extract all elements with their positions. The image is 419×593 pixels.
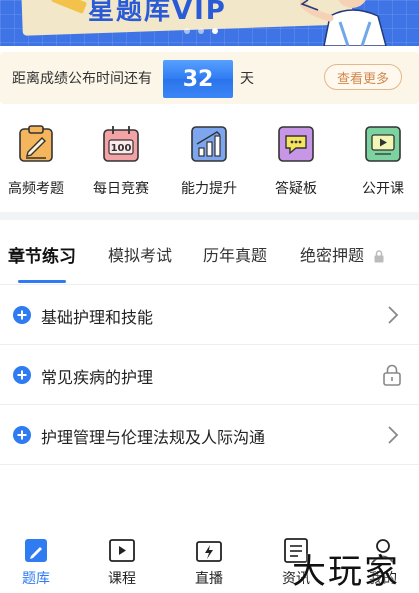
- carousel-dot[interactable]: [198, 28, 204, 34]
- calendar-100-icon: 100: [103, 126, 139, 162]
- plus-circle-icon[interactable]: [12, 365, 32, 385]
- quick-item-open-class[interactable]: 公开课: [343, 124, 419, 198]
- tab-secret-questions[interactable]: 绝密押题: [300, 242, 385, 266]
- quick-item-ability-up[interactable]: 能力提升: [169, 124, 249, 198]
- nav-label: 课程: [108, 571, 136, 587]
- countdown-label: 距离成绩公布时间还有: [12, 71, 152, 87]
- chapter-title: 护理管理与伦理法规及人际沟通: [41, 428, 266, 447]
- nav-item-question-bank[interactable]: 题库: [6, 538, 66, 588]
- nav-label: 直播: [195, 571, 223, 587]
- quick-menu: 高频考题 100 每日竞赛 能力提升 答疑板 公开课: [0, 124, 419, 208]
- quick-item-high-frequency[interactable]: 高频考题: [0, 124, 76, 198]
- view-more-button[interactable]: 查看更多: [324, 64, 402, 90]
- promo-banner[interactable]: 星题库VIP: [0, 0, 419, 46]
- row-divider: [0, 464, 419, 465]
- tab-chapter-practice[interactable]: 章节练习: [8, 242, 76, 267]
- quick-item-label: 答疑板: [275, 181, 317, 197]
- carousel-dot[interactable]: [184, 28, 190, 34]
- chapter-row[interactable]: 护理管理与伦理法规及人际沟通: [0, 405, 419, 465]
- quick-item-label: 公开课: [362, 181, 404, 197]
- video-play-icon: [365, 126, 401, 162]
- active-tab-indicator: [18, 280, 66, 283]
- quick-item-label: 能力提升: [181, 181, 237, 197]
- section-divider: [0, 212, 419, 220]
- bar-chart-up-icon: [191, 126, 227, 162]
- lock-icon: [383, 364, 401, 386]
- countdown-days: 32: [163, 60, 233, 98]
- quick-item-label: 每日竞赛: [93, 181, 149, 197]
- nav-item-live[interactable]: 直播: [179, 538, 239, 588]
- countdown-unit: 天: [240, 71, 254, 87]
- score-countdown: 距离成绩公布时间还有 32 天 查看更多: [0, 52, 419, 104]
- lock-icon: [374, 250, 384, 263]
- clipboard-pen-icon: [19, 125, 53, 162]
- plus-circle-icon[interactable]: [12, 425, 32, 445]
- banner-title: 星题库VIP: [88, 0, 227, 26]
- practice-tabs: 章节练习 模拟考试 历年真题 绝密押题: [0, 228, 419, 284]
- pen-book-icon: [25, 539, 47, 562]
- quick-item-daily-contest[interactable]: 100 每日竞赛: [81, 124, 161, 198]
- chevron-right-icon: [388, 306, 399, 324]
- tab-past-papers[interactable]: 历年真题: [203, 242, 267, 266]
- chapter-row[interactable]: 基础护理和技能: [0, 285, 419, 345]
- quick-item-qa-board[interactable]: 答疑板: [256, 124, 336, 198]
- svg-text:100: 100: [111, 143, 132, 154]
- carousel-dots[interactable]: [184, 28, 218, 34]
- play-box-icon: [109, 539, 135, 562]
- person-illustration: [300, 0, 387, 46]
- chapter-row[interactable]: 常见疾病的护理: [0, 345, 419, 405]
- nav-item-courses[interactable]: 课程: [92, 538, 152, 588]
- carousel-dot-active[interactable]: [212, 28, 218, 34]
- nav-label: 题库: [22, 571, 50, 587]
- chevron-right-icon: [388, 426, 399, 444]
- chapter-title: 常见疾病的护理: [41, 368, 154, 387]
- watermark-text: 大玩家: [292, 552, 400, 592]
- tab-mock-exam[interactable]: 模拟考试: [108, 242, 172, 266]
- plus-circle-icon[interactable]: [12, 305, 32, 325]
- tab-secret-label: 绝密押题: [300, 246, 365, 265]
- live-bolt-icon: [196, 541, 222, 562]
- chapter-title: 基础护理和技能: [41, 308, 154, 327]
- chat-bubble-icon: [278, 126, 314, 162]
- quick-item-label: 高频考题: [8, 181, 64, 197]
